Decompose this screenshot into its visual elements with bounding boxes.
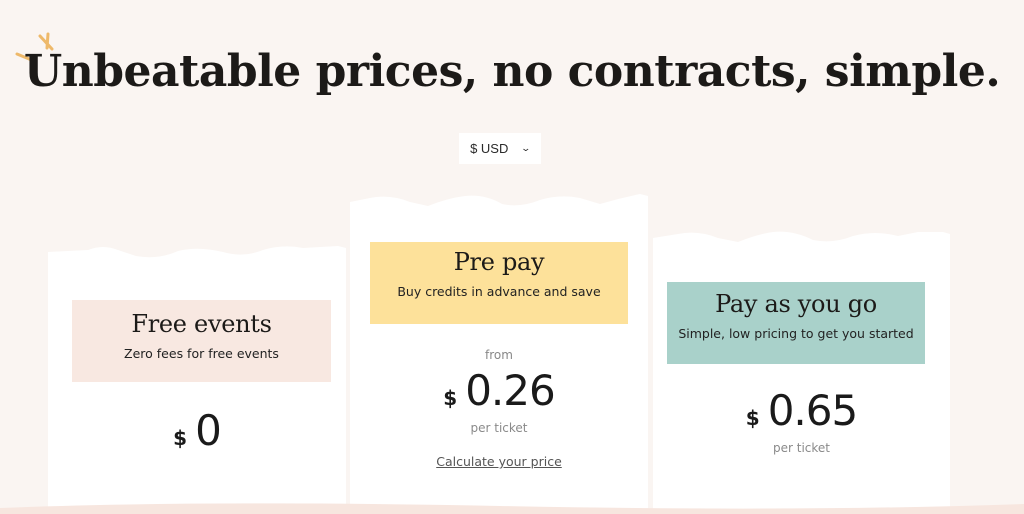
price-block: from $ 0.26 per ticket Calculate your pr… <box>350 348 648 470</box>
plan-label-payg: Pay as you go Simple, low pricing to get… <box>667 282 925 364</box>
currency-symbol: $ <box>173 426 188 450</box>
from-label: from <box>485 348 513 362</box>
plan-title: Pay as you go <box>715 290 877 318</box>
price-block: $ 0.65 per ticket <box>653 386 950 455</box>
plan-label-free: Free events Zero fees for free events <box>72 300 331 382</box>
price-amount: 0.26 <box>465 366 556 415</box>
plan-title: Pre pay <box>453 248 545 276</box>
price-amount: 0 <box>195 406 222 455</box>
plan-subtitle: Zero fees for free events <box>124 346 279 361</box>
bottom-wave-decoration <box>0 503 1024 514</box>
price-block: $ 0 <box>48 406 346 455</box>
torn-edge-decoration <box>48 246 346 266</box>
plan-card-payg: Pay as you go Simple, low pricing to get… <box>653 231 950 514</box>
plan-label-prepay: Pre pay Buy credits in advance and save <box>370 242 628 324</box>
page-headline: Unbeatable prices, no contracts, simple. <box>23 46 1001 97</box>
plan-card-prepay: Pre pay Buy credits in advance and save … <box>350 194 648 514</box>
pricing-page: Unbeatable prices, no contracts, simple.… <box>0 0 1024 514</box>
calculate-price-link[interactable]: Calculate your price <box>436 454 562 469</box>
plan-subtitle: Simple, low pricing to get you started <box>678 326 914 341</box>
price-unit: per ticket <box>773 441 830 455</box>
torn-edge-decoration <box>350 194 648 214</box>
currency-symbol: $ <box>745 406 760 430</box>
plan-subtitle: Buy credits in advance and save <box>397 284 601 299</box>
price: $ 0.26 <box>350 366 648 415</box>
price: $ 0.65 <box>653 386 950 435</box>
price-amount: 0.65 <box>767 386 859 435</box>
plan-card-free: Free events Zero fees for free events $ … <box>48 246 346 514</box>
price: $ 0 <box>48 406 346 455</box>
currency-selector-value: $ USD <box>470 141 509 156</box>
currency-symbol: $ <box>443 386 458 410</box>
price-unit: per ticket <box>470 421 528 435</box>
chevron-down-icon: ⌄ <box>520 143 532 153</box>
plan-title: Free events <box>131 310 272 338</box>
currency-selector[interactable]: $ USD ⌄ <box>459 133 541 164</box>
torn-edge-decoration <box>653 231 950 250</box>
